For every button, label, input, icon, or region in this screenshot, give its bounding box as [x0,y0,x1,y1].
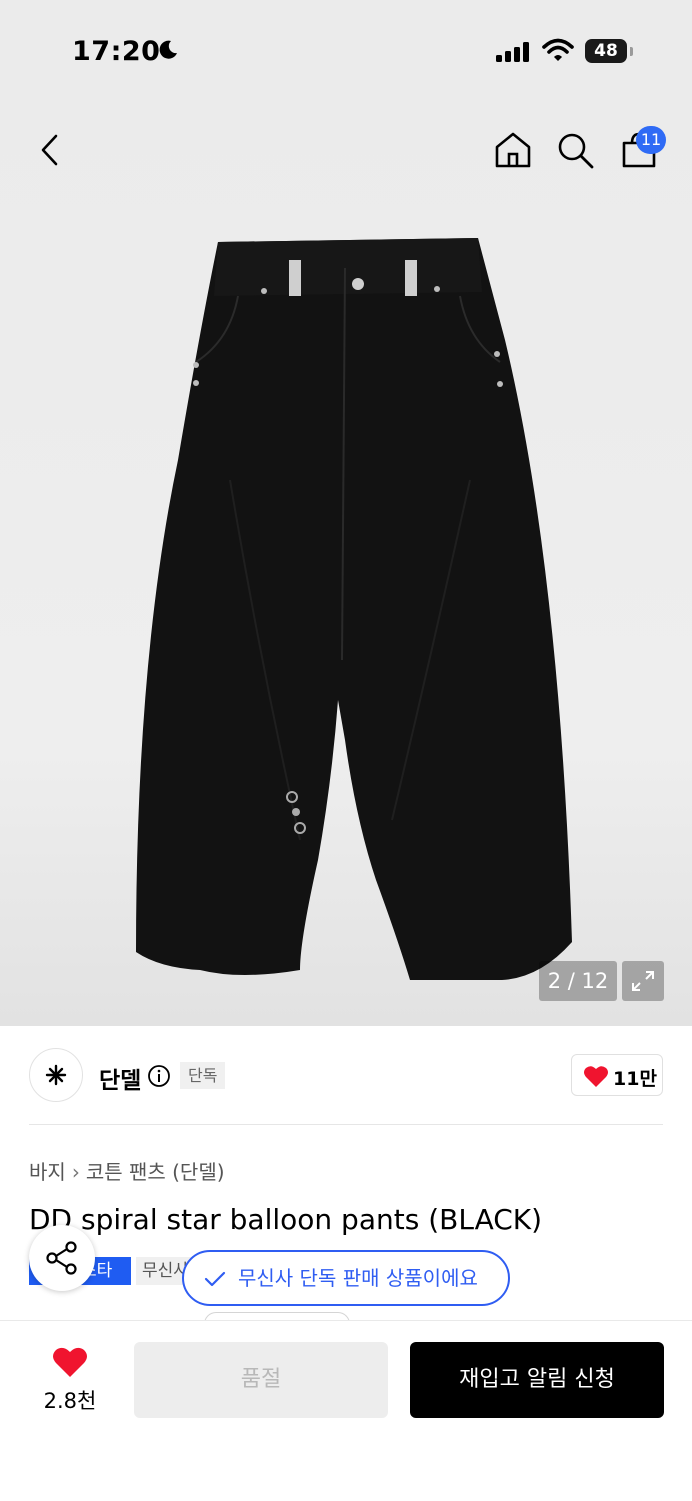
toast-message: 무신사 단독 판매 상품이에요 [238,1266,478,1290]
chevron-right-icon: › [71,1160,80,1184]
share-icon [46,1241,77,1275]
back-arrow-icon[interactable] [38,134,62,166]
cart-count-badge: 11 [636,126,666,154]
breadcrumb: 바지 › 코튼 팬츠 (단델) [29,1156,225,1185]
brand-logo-mark-icon [45,1064,67,1086]
wishlist-count: 2.8천 [43,1389,97,1413]
share-button[interactable] [29,1225,95,1291]
image-counter: 2 / 12 [539,961,617,1001]
battery-tip [630,47,633,56]
exclusive-tag: 단독 [180,1062,226,1089]
expand-icon [632,971,654,991]
home-icon[interactable] [494,131,532,169]
expand-button[interactable] [622,961,664,1001]
brand-like-button[interactable]: 11만 [571,1054,663,1096]
wishlist-heart-icon[interactable] [52,1346,88,1378]
search-icon[interactable] [556,131,594,169]
brand-name[interactable]: 단델 [99,1061,141,1095]
moon-icon [159,40,177,59]
restock-alert-button[interactable]: 재입고 알림 신청 [410,1342,664,1418]
brand-like-count: 11만 [613,1068,657,1090]
divider [29,1124,663,1125]
exclusive-toast: 무신사 단독 판매 상품이에요 [182,1250,510,1306]
signal-icon [496,42,529,62]
brand-logo[interactable] [29,1048,83,1102]
product-image [136,238,572,980]
product-title: DD spiral star balloon pants (BLACK) [29,1203,543,1236]
wifi-icon [542,38,574,61]
info-icon[interactable] [147,1064,171,1088]
status-bar: 17:20 48 [0,0,692,100]
breadcrumb-subcategory[interactable]: 코튼 팬츠 (단델) [86,1160,225,1184]
product-image-gallery[interactable] [0,100,692,1026]
heart-icon [584,1066,608,1087]
check-icon [204,1271,226,1287]
breadcrumb-category[interactable]: 바지 [29,1160,66,1184]
status-time: 17:20 [72,36,161,67]
soldout-button[interactable]: 품절 [134,1342,388,1418]
battery-icon: 48 [585,39,627,63]
